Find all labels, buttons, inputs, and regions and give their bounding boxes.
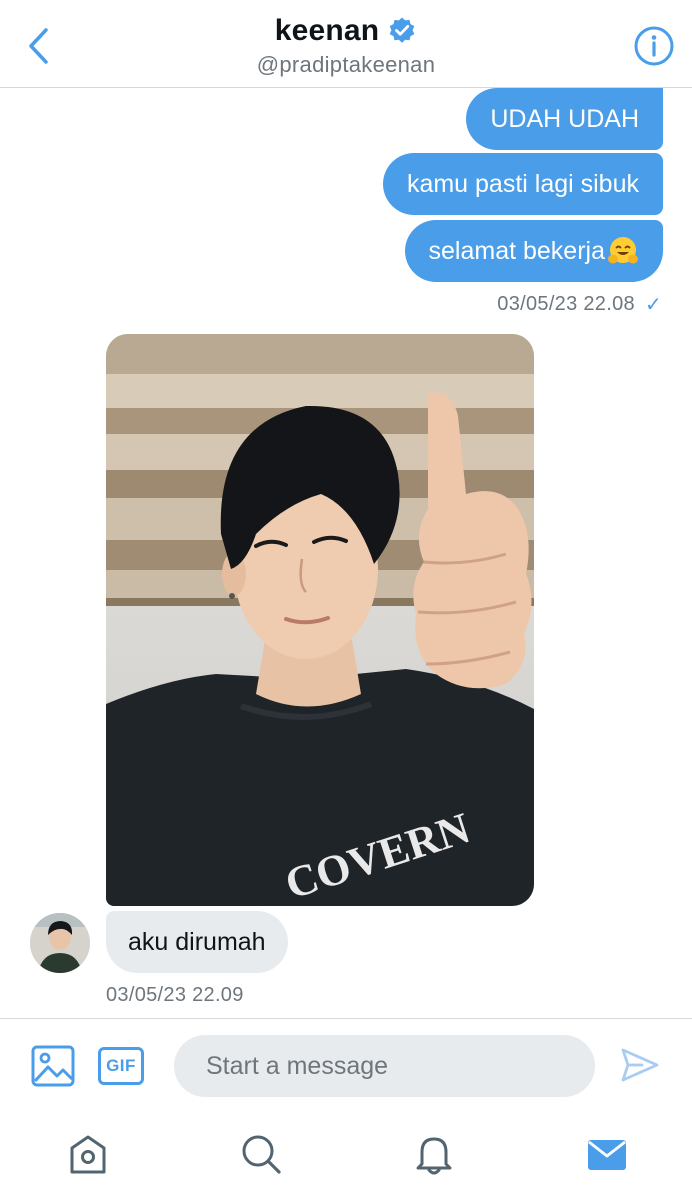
gif-button[interactable]: GIF xyxy=(98,1047,144,1085)
sent-message-bubble[interactable]: kamu pasti lagi sibuk xyxy=(382,153,663,215)
sent-message-bubble[interactable]: UDAH UDAH xyxy=(466,88,663,150)
message-composer: GIF xyxy=(0,1018,692,1112)
received-photo[interactable]: COVERN xyxy=(106,334,534,906)
envelope-icon[interactable] xyxy=(585,1132,629,1176)
bottom-tab-bar xyxy=(0,1112,692,1200)
message-text: kamu pasti lagi sibuk xyxy=(406,169,639,198)
avatar[interactable] xyxy=(30,913,90,973)
info-icon[interactable] xyxy=(632,24,676,68)
message-text: UDAH UDAH xyxy=(490,104,639,133)
contact-name: keenan xyxy=(274,14,380,47)
conversation-title-area[interactable]: keenan @pradiptakeenan xyxy=(0,14,692,78)
search-icon[interactable] xyxy=(239,1132,283,1176)
home-icon[interactable] xyxy=(66,1132,110,1176)
image-icon[interactable] xyxy=(30,1043,76,1089)
hugging-face-emoji-icon xyxy=(608,237,638,264)
sent-message-bubble[interactable]: selamat bekerja xyxy=(404,220,663,282)
contact-handle: @pradiptakeenan xyxy=(256,52,436,77)
bell-icon[interactable] xyxy=(412,1132,456,1176)
timestamp-text: 03/05/23 22.08 xyxy=(497,293,635,315)
message-input[interactable] xyxy=(174,1035,595,1097)
received-timestamp: 03/05/23 22.09 xyxy=(106,984,244,1006)
send-icon[interactable] xyxy=(620,1045,660,1085)
message-text: aku dirumah xyxy=(128,927,266,956)
message-text: selamat bekerja xyxy=(428,236,605,265)
verified-badge-icon xyxy=(389,17,415,43)
delivered-check-icon: ✓ xyxy=(644,294,662,316)
conversation-header: keenan @pradiptakeenan xyxy=(0,0,692,88)
profile-picture-image xyxy=(30,913,90,973)
selfie-photo-image: COVERN xyxy=(106,334,534,906)
received-message-bubble[interactable]: aku dirumah xyxy=(106,911,288,973)
sent-timestamp: 03/05/23 22.08 ✓ xyxy=(497,292,662,317)
